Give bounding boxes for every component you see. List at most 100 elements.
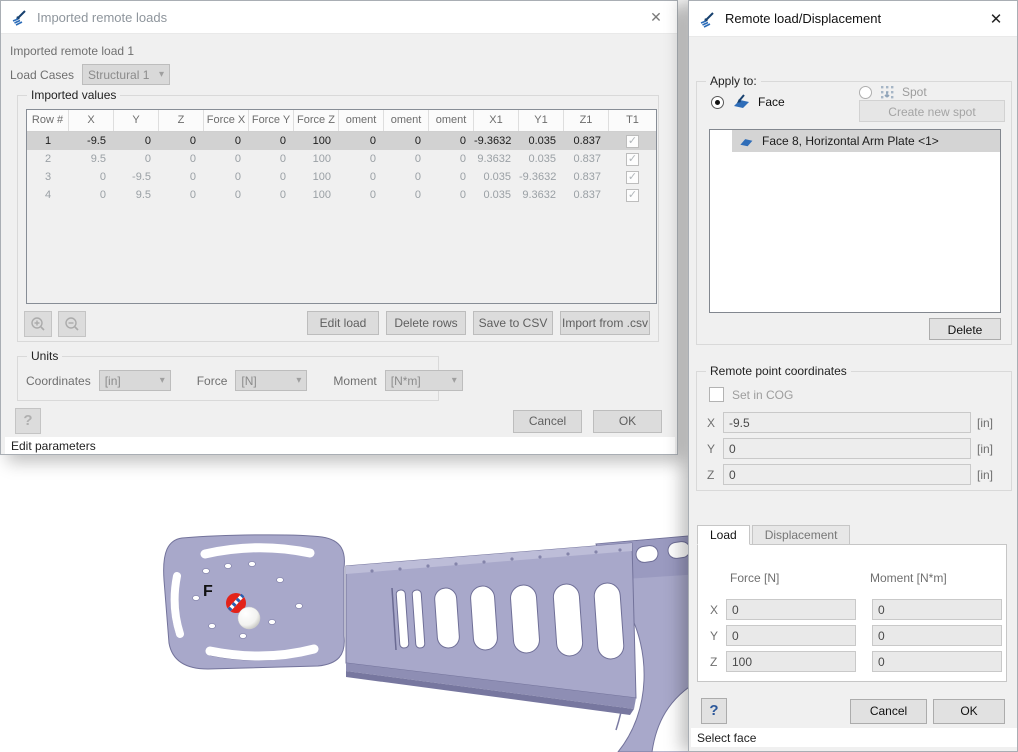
axis-label: Y [707,442,717,456]
tab-displacement[interactable]: Displacement [752,525,851,545]
load-row-z: Z [710,651,1002,672]
column-header[interactable]: Row # [27,110,69,131]
table-row[interactable]: 409.50001000000.0359.36320.837✓ [27,186,656,204]
table-cell: 0 [384,132,429,150]
model-end-plate[interactable]: F [164,535,345,669]
import-from-csv-button[interactable]: Import from .csv [560,311,650,335]
ok-button[interactable]: OK [933,699,1005,724]
imported-table-body: 1-9.50000100000-9.36320.0350.837✓29.5000… [27,132,656,204]
delete-button[interactable]: Delete [929,318,1001,340]
column-header[interactable]: Force X [204,110,249,131]
set-in-cog-option[interactable]: Set in COG [709,387,793,402]
imported-values-table[interactable]: Row #XYZForce XForce YForce Zomentomento… [26,109,657,304]
table-cell: 0 [69,186,114,204]
coord-z-input[interactable] [723,464,971,485]
selection-listbox[interactable]: Face 8, Horizontal Arm Plate <1> [709,129,1001,313]
force-unit-dropdown[interactable]: [N] ▾ [235,370,307,391]
ok-button[interactable]: OK [593,410,662,433]
row-enabled-checkbox[interactable]: ✓ [609,168,656,186]
radio-selected[interactable] [711,96,724,109]
save-to-csv-button[interactable]: Save to CSV [473,311,553,335]
table-cell: 0 [204,132,249,150]
check-icon: ✓ [626,153,639,166]
face-item-label: Face 8, Horizontal Arm Plate <1> [762,134,939,148]
cancel-button[interactable]: Cancel [513,410,582,433]
cancel-button[interactable]: Cancel [850,699,927,724]
table-row[interactable]: 30-9.50001000000.035-9.36320.837✓ [27,168,656,186]
row-enabled-checkbox[interactable]: ✓ [609,150,656,168]
table-cell: 0 [429,132,474,150]
force-label: F [203,583,213,600]
face-radio-option[interactable]: Face [711,94,785,110]
table-cell: 0 [249,132,294,150]
table-cell: 0 [249,168,294,186]
units-title: Units [27,349,62,363]
column-header[interactable]: X1 [474,110,519,131]
zoom-out-button[interactable] [58,311,86,337]
radio-unselected[interactable] [859,86,872,99]
table-cell: 9.3632 [519,186,564,204]
row-enabled-checkbox[interactable]: ✓ [609,186,656,204]
moment-y-input[interactable] [872,625,1002,646]
column-header[interactable]: oment [384,110,429,131]
load-cases-dropdown[interactable]: Structural 1 ▾ [82,64,170,85]
load-row-y: Y [710,625,1002,646]
remote-load-icon [699,10,717,28]
spot-radio-option[interactable]: Spot [859,84,927,100]
dialog-titlebar[interactable]: Remote load/Displacement ✕ [689,1,1017,37]
coord-y-input[interactable] [723,438,971,459]
chevron-down-icon: ▾ [159,69,164,80]
force-x-input[interactable] [726,599,856,620]
coordinates-unit-dropdown[interactable]: [in] ▾ [99,370,171,391]
set-in-cog-checkbox[interactable] [709,387,724,402]
edit-load-button[interactable]: Edit load [307,311,379,335]
table-cell: 0 [159,168,204,186]
column-header[interactable]: Force Z [294,110,339,131]
table-row[interactable]: 1-9.50000100000-9.36320.0350.837✓ [27,132,656,150]
check-icon: ✓ [626,189,639,202]
table-cell: 0 [204,150,249,168]
column-header[interactable]: Z [159,110,204,131]
coordinate-row-z: Z [in] [707,464,993,485]
face-radio-label: Face [758,95,785,109]
column-header[interactable]: Y [114,110,159,131]
set-in-cog-label: Set in COG [732,388,793,402]
table-cell: -9.5 [69,132,114,150]
table-cell: 100 [294,150,339,168]
column-header[interactable]: Z1 [564,110,609,131]
create-new-spot-button[interactable]: Create new spot [859,100,1005,122]
tab-load[interactable]: Load [697,525,750,545]
force-label: Force [197,374,228,388]
column-header[interactable]: Force Y [249,110,294,131]
delete-rows-button[interactable]: Delete rows [386,311,466,335]
force-z-input[interactable] [726,651,856,672]
zoom-out-icon [64,316,80,332]
table-row[interactable]: 29.500001000009.36320.0350.837✓ [27,150,656,168]
coord-x-input[interactable] [723,412,971,433]
help-button[interactable]: ? [15,408,41,434]
selected-face-item[interactable]: Face 8, Horizontal Arm Plate <1> [732,130,1000,152]
table-cell: 0 [249,150,294,168]
close-icon[interactable]: ✕ [985,10,1007,28]
row-enabled-checkbox[interactable]: ✓ [609,132,656,150]
zoom-in-button[interactable] [24,311,52,337]
3d-viewport[interactable]: F [0,440,700,752]
moment-z-input[interactable] [872,651,1002,672]
apply-to-title: Apply to: [706,74,761,88]
force-y-input[interactable] [726,625,856,646]
coordinates-group-title: Remote point coordinates [706,364,851,378]
column-header[interactable]: oment [339,110,384,131]
column-header[interactable]: X [69,110,114,131]
table-cell: 9.5 [69,150,114,168]
column-header[interactable]: T1 [609,110,656,131]
apply-to-group: Apply to: Face Spot Create new spot [696,81,1012,345]
help-button[interactable]: ? [701,698,727,724]
dialog-titlebar[interactable]: Imported remote loads ✕ [1,1,677,34]
moment-unit-dropdown[interactable]: [N*m] ▾ [385,370,463,391]
moment-x-input[interactable] [872,599,1002,620]
remote-point-sphere [238,607,260,629]
close-icon[interactable]: ✕ [645,9,667,26]
column-header[interactable]: oment [429,110,474,131]
model-arm[interactable] [346,543,636,715]
column-header[interactable]: Y1 [519,110,564,131]
